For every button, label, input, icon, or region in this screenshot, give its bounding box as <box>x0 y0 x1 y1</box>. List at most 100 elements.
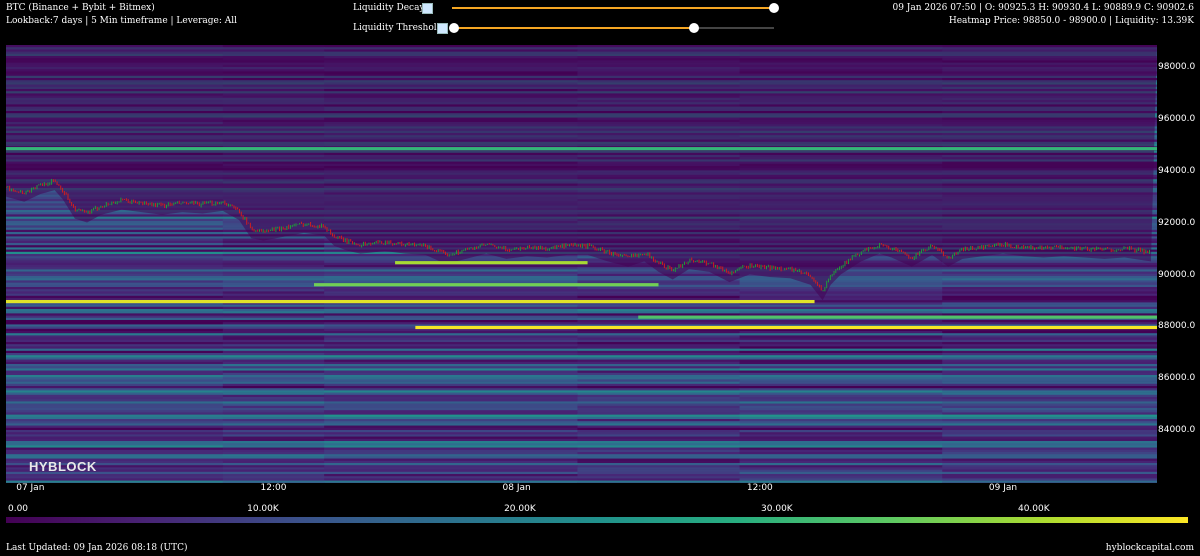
heatmap-cell <box>739 333 943 336</box>
heatmap-cell <box>324 460 578 464</box>
heatmap-cell <box>6 289 224 292</box>
heatmap-cell <box>739 364 943 367</box>
heatmap-cell <box>222 350 325 354</box>
heatmap-cell <box>324 456 578 459</box>
heatmap-cell <box>739 454 943 457</box>
heatmap-cell <box>6 361 224 365</box>
heatmap-cell <box>739 425 943 429</box>
heatmap-cell <box>577 342 741 345</box>
heatmap-cell <box>942 313 1157 316</box>
heatmap-cell <box>6 260 224 264</box>
heatmap-cell <box>6 397 224 400</box>
heatmap-cell <box>324 295 578 299</box>
heatmap-cell <box>739 287 943 290</box>
heatmap-cell <box>739 449 943 453</box>
heatmap-cell <box>942 306 1157 310</box>
heatmap-cell <box>942 287 1157 290</box>
heatmap-cell <box>222 397 325 400</box>
heatmap-cell <box>6 324 224 327</box>
heatmap-cell <box>577 443 741 446</box>
heatmap-cell <box>324 412 578 415</box>
heatmap-cell <box>6 342 224 345</box>
heatmap-cell <box>324 366 578 369</box>
heatmap-cell <box>577 438 741 442</box>
heatmap-cell <box>942 346 1157 349</box>
heatmap-cell <box>324 414 578 418</box>
site-link[interactable]: hyblockcapital.com <box>1106 543 1194 553</box>
heatmap-cell <box>6 436 224 440</box>
heatmap-cell <box>739 414 943 418</box>
heatmap-cell <box>942 267 1157 270</box>
heatmap-cell <box>577 311 741 314</box>
heatmap-cell <box>324 388 578 391</box>
heatmap-cell <box>577 366 741 369</box>
heatmap-cell <box>577 399 741 402</box>
heatmap-cell <box>6 419 224 422</box>
heatmap-cell <box>942 403 1157 407</box>
heatmap-cell <box>324 419 578 422</box>
heatmap-cell <box>942 322 1157 325</box>
heatmap-cell <box>222 344 325 347</box>
heatmap-cell <box>324 317 578 321</box>
heatmap-cell <box>942 298 1157 301</box>
heatmap-cell <box>942 284 1157 288</box>
heatmap-cell <box>942 425 1157 429</box>
heatmap-cell <box>324 273 578 277</box>
heatmap-cell <box>577 339 741 343</box>
heatmap-cell <box>739 375 943 378</box>
heatmap-cell <box>942 434 1157 437</box>
heatmap-cell <box>6 225 224 228</box>
heatmap-cell <box>942 474 1157 477</box>
heatmap-cell <box>324 309 578 312</box>
liquidity-band <box>395 261 588 265</box>
heatmap-cell <box>6 273 224 277</box>
heatmap-cell <box>739 447 943 451</box>
heatmap-cell <box>222 434 325 437</box>
heatmap-cell <box>739 304 943 308</box>
heatmap-cell <box>324 386 578 389</box>
heatmap-cell <box>739 370 943 374</box>
heatmap-cell <box>942 282 1157 286</box>
heatmap-cell <box>577 403 741 407</box>
heatmap-cell <box>324 438 578 442</box>
heatmap-cell <box>942 320 1157 323</box>
heatmap-cell <box>222 324 325 327</box>
heatmap-cell <box>942 291 1157 294</box>
x-tick-label: 12:00 <box>260 483 287 493</box>
heatmap-cell <box>942 258 1157 261</box>
heatmap-cell <box>222 262 325 266</box>
heatmap-cell <box>942 300 1157 303</box>
heatmap-cell <box>324 443 578 446</box>
heatmap-cell <box>6 245 224 248</box>
heatmap-cell <box>577 460 741 464</box>
heatmap-cell <box>222 370 325 374</box>
heatmap-chart[interactable] <box>0 0 1200 556</box>
heatmap-cell <box>324 344 578 347</box>
heatmap-cell <box>222 432 325 435</box>
heatmap-cell <box>577 331 741 334</box>
heatmap-cell <box>942 355 1157 358</box>
heatmap-cell <box>6 430 224 433</box>
heatmap-cell <box>222 339 325 343</box>
heatmap-cell <box>324 355 578 358</box>
heatmap-cell <box>739 339 943 343</box>
heatmap-cell <box>6 432 224 435</box>
heatmap-cell <box>577 337 741 341</box>
heatmap-cell <box>222 394 325 398</box>
heatmap-cell <box>577 474 741 477</box>
heatmap-cell <box>222 353 325 356</box>
heatmap-cell <box>6 280 224 283</box>
heatmap-cell <box>942 302 1157 305</box>
heatmap-cell <box>577 449 741 453</box>
y-tick-label: 92000.0 <box>1158 217 1196 228</box>
heatmap-cell <box>577 375 741 378</box>
heatmap-cell <box>222 309 325 312</box>
heatmap-cell <box>739 379 943 382</box>
heatmap-cell <box>577 383 741 387</box>
heatmap-cell <box>577 289 741 292</box>
heatmap-cell <box>222 460 325 464</box>
heatmap-cell <box>739 309 943 312</box>
heatmap-cell <box>6 370 224 374</box>
heatmap-cell <box>942 273 1157 277</box>
heatmap-cell <box>739 355 943 358</box>
